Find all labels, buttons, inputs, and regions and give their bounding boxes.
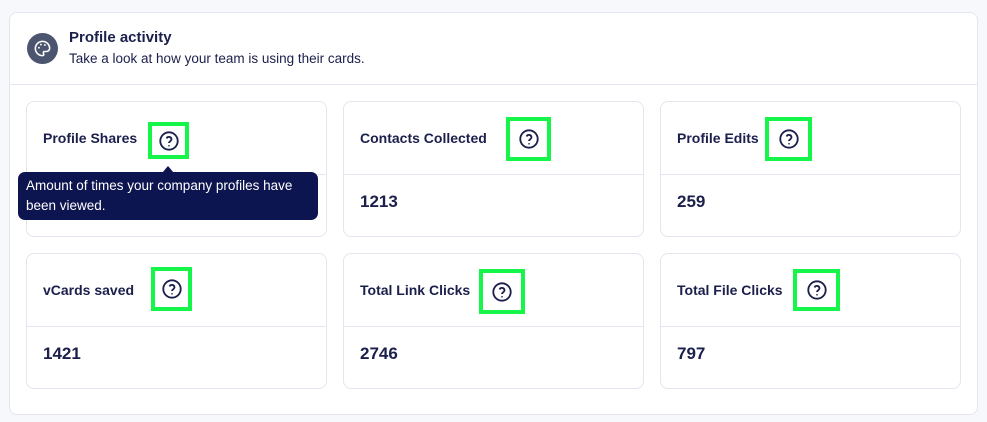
card-label: vCards saved xyxy=(43,282,135,298)
help-circle-icon[interactable] xyxy=(479,269,525,314)
card-contacts-collected: Contacts Collected 1213 xyxy=(343,101,644,237)
panel-header: Profile activity Take a look at how your… xyxy=(10,13,977,85)
card-header: Total File Clicks xyxy=(661,254,960,327)
card-header: Total Link Clicks xyxy=(344,254,643,327)
card-total-link-clicks: Total Link Clicks 2746 xyxy=(343,253,644,389)
card-profile-edits: Profile Edits 259 xyxy=(660,101,961,237)
panel-title: Profile activity xyxy=(69,29,172,46)
card-header: vCards saved xyxy=(27,254,326,327)
palette-icon xyxy=(27,33,58,64)
card-label: Contacts Collected xyxy=(360,130,487,146)
card-value: 1421 xyxy=(43,344,81,363)
card-value: 259 xyxy=(677,192,706,211)
card-total-file-clicks: Total File Clicks 797 xyxy=(660,253,961,389)
card-header: Contacts Collected xyxy=(344,102,643,175)
card-header: Profile Edits xyxy=(661,102,960,175)
help-circle-icon[interactable] xyxy=(151,267,192,311)
card-label: Profile Edits xyxy=(677,130,759,146)
card-vcards-saved: vCards saved 1421 xyxy=(26,253,327,389)
panel-subtitle: Take a look at how your team is using th… xyxy=(69,51,365,66)
help-circle-icon[interactable] xyxy=(506,117,551,161)
help-circle-icon[interactable] xyxy=(765,117,812,161)
card-value: 797 xyxy=(677,344,706,363)
card-header: Profile Shares xyxy=(27,102,326,175)
card-label: Total File Clicks xyxy=(677,282,783,298)
card-value: 2746 xyxy=(360,344,398,363)
card-label: Total Link Clicks xyxy=(360,282,471,298)
card-value: 1213 xyxy=(360,192,398,211)
tooltip: Amount of times your company profiles ha… xyxy=(18,172,318,220)
card-label: Profile Shares xyxy=(43,130,138,146)
help-circle-icon[interactable] xyxy=(793,269,840,311)
help-circle-icon[interactable] xyxy=(148,122,189,159)
